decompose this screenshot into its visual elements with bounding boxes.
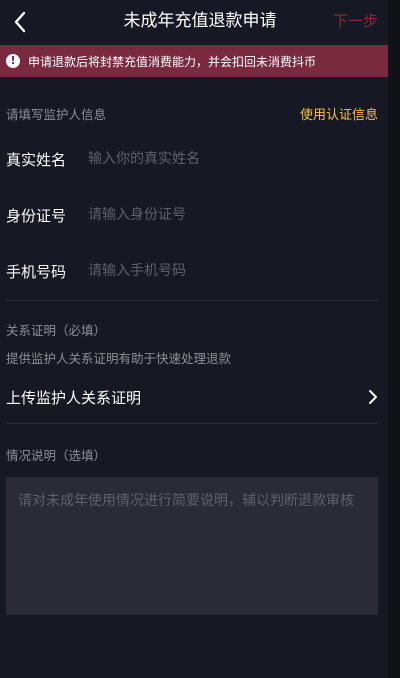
guardian-section-header: 请填写监护人信息 使用认证信息 (6, 104, 378, 123)
real-name-input[interactable] (88, 151, 378, 167)
guardian-hint: 请填写监护人信息 (6, 107, 107, 122)
chevron-right-icon (366, 388, 380, 406)
nav-bar: 未成年充值退款申请 下一步 (0, 0, 400, 44)
situation-title: 情况说明（选填） (6, 448, 107, 463)
right-edge-strip (388, 0, 400, 678)
situation-textarea[interactable] (6, 477, 378, 615)
id-number-input[interactable] (88, 207, 378, 223)
id-number-field: 身份证号 (6, 203, 378, 227)
warning-banner: ! 申请退款后将封禁充值消费能力，并会扣回未消费抖币 (0, 45, 400, 77)
warning-text: 申请退款后将封禁充值消费能力，并会扣回未消费抖币 (28, 54, 317, 69)
situation-textarea-box (6, 477, 378, 615)
upload-relation-proof-label: 上传监护人关系证明 (6, 388, 142, 407)
phone-field: 手机号码 (6, 259, 378, 283)
real-name-field: 真实姓名 (6, 147, 378, 171)
upload-relation-proof-row[interactable]: 上传监护人关系证明 (6, 384, 380, 410)
use-cert-info-link[interactable]: 使用认证信息 (300, 104, 378, 123)
section-divider (6, 300, 378, 301)
real-name-label: 真实姓名 (6, 150, 67, 169)
relation-proof-title: 关系证明（必填） (6, 323, 107, 338)
id-number-label: 身份证号 (6, 206, 67, 225)
exclamation-circle-icon: ! (6, 54, 20, 68)
section-divider (6, 423, 378, 424)
next-step-button[interactable]: 下一步 (333, 10, 378, 32)
relation-proof-description: 提供监护人关系证明有助于快速处理退款 (6, 351, 232, 366)
phone-label: 手机号码 (6, 262, 67, 281)
phone-input[interactable] (88, 263, 378, 279)
